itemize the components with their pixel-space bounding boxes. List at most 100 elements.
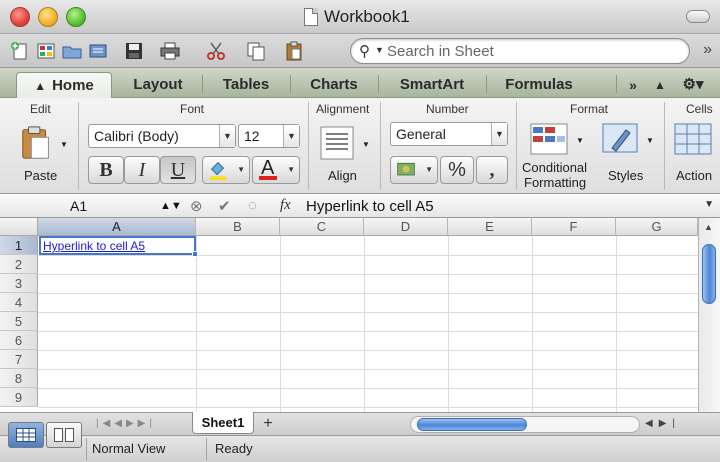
collapse-ribbon-icon[interactable]: ▲ [650, 72, 670, 98]
underline-button[interactable]: U [160, 156, 196, 184]
font-name-select[interactable]: Calibri (Body) ▼ [88, 124, 236, 148]
cell-actions-button[interactable]: Action [670, 120, 720, 190]
normal-view-icon [16, 428, 36, 442]
status-divider [86, 438, 87, 460]
column-header-g[interactable]: G [616, 218, 698, 236]
horizontal-scroll-arrows-icon[interactable]: ◀▶| [645, 418, 681, 429]
column-header-b[interactable]: B [196, 218, 280, 236]
cells-group-label: Cells [686, 102, 713, 116]
group-divider [308, 102, 309, 190]
cancel-edit-icon[interactable]: ⊗ [190, 197, 203, 215]
tab-divider [616, 75, 617, 93]
tab-charts[interactable]: Charts [292, 72, 376, 98]
tab-layout[interactable]: Layout [116, 72, 200, 98]
open-folder-icon[interactable] [60, 39, 84, 63]
column-header-a[interactable]: A [38, 218, 196, 236]
paste-dropdown-icon[interactable]: ▼ [60, 140, 68, 149]
font-name-value: Calibri (Body) [94, 128, 179, 144]
horizontal-scrollbar[interactable] [410, 416, 640, 433]
toolbar-toggle-button[interactable] [686, 10, 710, 23]
close-window-button[interactable] [10, 7, 30, 27]
more-tabs-icon[interactable]: » [622, 72, 644, 98]
tab-smartart[interactable]: SmartArt [380, 72, 484, 98]
group-divider [380, 102, 381, 190]
minimize-window-button[interactable] [38, 7, 58, 27]
add-sheet-button[interactable]: + [258, 414, 278, 434]
styles-button[interactable]: ▼ Styles [598, 120, 658, 190]
paste-toolbar-icon[interactable] [282, 39, 306, 63]
insert-function-fx-icon[interactable]: fx [280, 197, 291, 214]
hyperlink-cell-a1[interactable]: Hyperlink to cell A5 [43, 238, 145, 254]
row-gridline [38, 312, 698, 313]
bold-button[interactable]: B [88, 156, 124, 184]
status-view-mode: Normal View [92, 441, 166, 456]
save-icon[interactable] [122, 39, 146, 63]
column-header-e[interactable]: E [448, 218, 532, 236]
align-text-icon [320, 126, 354, 160]
normal-view-button[interactable] [8, 422, 44, 448]
toolbar-overflow-icon[interactable]: » [703, 41, 712, 59]
formula-input[interactable] [306, 196, 696, 216]
scroll-up-arrow-icon[interactable]: ▲ [704, 222, 713, 232]
column-gridline [364, 236, 365, 412]
tab-formulas[interactable]: Formulas [488, 72, 590, 98]
row-header-3[interactable]: 3 [0, 274, 38, 293]
sheet-navigation-arrows-icon[interactable]: |◀◀▶▶| [96, 418, 156, 429]
italic-button[interactable]: I [124, 156, 160, 184]
row-header-4[interactable]: 4 [0, 293, 38, 312]
row-header-2[interactable]: 2 [0, 255, 38, 274]
column-header-d[interactable]: D [364, 218, 448, 236]
tab-tables[interactable]: Tables [204, 72, 288, 98]
print-icon[interactable] [158, 39, 182, 63]
name-box-stepper-icon[interactable]: ▲▼ [160, 196, 182, 216]
new-workbook-icon[interactable] [8, 39, 32, 63]
currency-icon [397, 162, 415, 176]
font-size-select[interactable]: 12 ▼ [238, 124, 300, 148]
status-bar: Normal View Ready [0, 436, 720, 462]
sheet-tab-sheet1[interactable]: Sheet1 [192, 412, 254, 434]
search-box[interactable]: ⚲ ▼ [350, 38, 690, 64]
font-color-button[interactable]: A ▼ [252, 156, 300, 184]
paste-button[interactable]: ▼ Paste [14, 124, 70, 188]
row-header-7[interactable]: 7 [0, 350, 38, 369]
sheet-tab-bar: |◀◀▶▶| Sheet1 + ◀▶| [0, 412, 720, 436]
gallery-icon[interactable] [34, 39, 58, 63]
page-layout-view-button[interactable] [46, 422, 82, 448]
row-header-8[interactable]: 8 [0, 369, 38, 388]
formula-expand-icon[interactable]: ▼ [704, 199, 714, 210]
row-header-1[interactable]: 1 [0, 236, 38, 255]
conditional-formatting-button[interactable]: ▼ Conditional Formatting [520, 120, 596, 190]
row-header-9[interactable]: 9 [0, 388, 38, 407]
search-input[interactable] [387, 41, 677, 61]
select-all-corner[interactable] [0, 218, 38, 236]
worksheet-grid[interactable]: A B C D E F G 1 2 3 4 5 6 7 8 9 Hyperlin… [0, 218, 698, 412]
number-format-select[interactable]: General ▼ [390, 122, 508, 146]
copy-icon[interactable] [244, 39, 268, 63]
cell-actions-label: Action [676, 168, 713, 183]
home-icon: ▲ [34, 79, 47, 93]
document-icon [304, 8, 318, 26]
align-button[interactable]: ▼ Align [318, 124, 374, 188]
templates-icon[interactable] [86, 39, 110, 63]
function-group-icon[interactable]: ◌ [248, 197, 257, 214]
vertical-scrollbar[interactable]: ▲ [698, 218, 720, 412]
column-header-c[interactable]: C [280, 218, 364, 236]
fill-color-button[interactable]: ▼ [202, 156, 250, 184]
zoom-window-button[interactable] [66, 7, 86, 27]
accept-edit-icon[interactable]: ✔ [218, 197, 231, 215]
ribbon-settings-gear-icon[interactable]: ⚙▾ [676, 72, 710, 98]
fill-handle[interactable] [192, 251, 198, 257]
tab-home[interactable]: ▲ Home [16, 72, 112, 98]
column-header-f[interactable]: F [532, 218, 616, 236]
vertical-scroll-thumb[interactable] [702, 244, 716, 304]
currency-format-button[interactable]: ▼ [390, 156, 438, 184]
search-options-icon[interactable]: ▼ [375, 45, 384, 55]
row-header-5[interactable]: 5 [0, 312, 38, 331]
name-box[interactable]: A1 ▲▼ [4, 196, 182, 216]
row-header-6[interactable]: 6 [0, 331, 38, 350]
percent-style-button[interactable]: % [440, 156, 474, 184]
horizontal-scroll-thumb[interactable] [417, 418, 527, 431]
conditional-formatting-dropdown-icon: ▼ [576, 136, 584, 145]
cut-icon[interactable] [204, 39, 228, 63]
comma-style-button[interactable]: , [476, 156, 508, 184]
